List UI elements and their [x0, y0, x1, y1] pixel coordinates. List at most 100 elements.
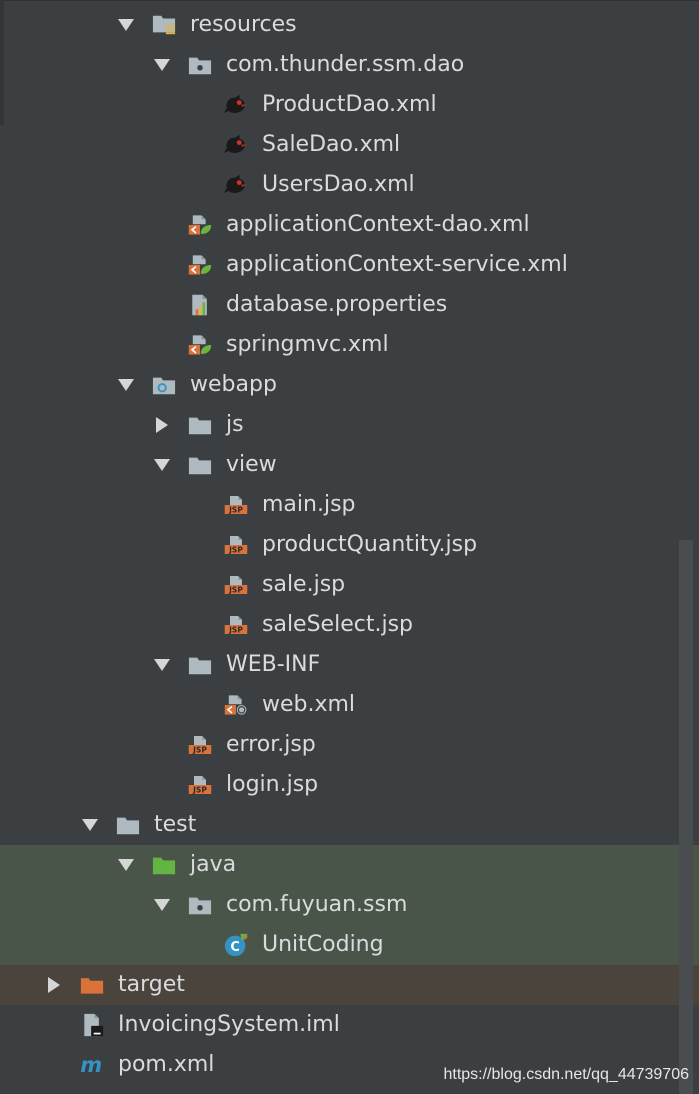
maven-pom-icon: m	[80, 1053, 104, 1077]
jsp-file-icon: JSP	[188, 733, 212, 757]
package-folder-icon	[188, 893, 212, 917]
chevron-down-icon[interactable]	[114, 5, 138, 45]
tree-item-label: ProductDao.xml	[262, 92, 437, 117]
tree-row[interactable]: JSP sale.jsp	[0, 565, 699, 605]
jsp-file-icon: JSP	[224, 573, 248, 597]
tree-item-label: productQuantity.jsp	[262, 532, 478, 557]
svg-text:JSP: JSP	[192, 786, 207, 795]
chevron-right-icon[interactable]	[150, 405, 174, 445]
tree-item-label: SaleDao.xml	[262, 132, 401, 157]
tree-item-label: java	[190, 852, 237, 877]
folder-icon	[188, 453, 212, 477]
folder-icon	[116, 813, 140, 837]
tree-row[interactable]: web.xml	[0, 685, 699, 725]
chevron-down-icon[interactable]	[150, 645, 174, 685]
chevron-down-icon[interactable]	[150, 445, 174, 485]
tree-item-label: UnitCoding	[262, 932, 384, 957]
scrollbar-thumb[interactable]	[679, 540, 693, 1094]
tree-row[interactable]: applicationContext-dao.xml	[0, 205, 699, 245]
jsp-file-icon: JSP	[224, 493, 248, 517]
tree-row[interactable]: JSP login.jsp	[0, 765, 699, 805]
tree-item-label: resources	[190, 12, 297, 37]
folder-icon	[188, 653, 212, 677]
tree-item-label: login.jsp	[226, 772, 319, 797]
tree-row[interactable]: webapp	[0, 365, 699, 405]
svg-text:m: m	[80, 1053, 102, 1077]
tree-item-label: view	[226, 452, 277, 477]
tree-row[interactable]: WEB-INF	[0, 645, 699, 685]
jsp-file-icon: JSP	[224, 613, 248, 637]
package-folder-icon	[188, 53, 212, 77]
chevron-down-icon[interactable]	[150, 45, 174, 85]
tree-row[interactable]: JSP main.jsp	[0, 485, 699, 525]
folder-icon	[188, 413, 212, 437]
tree-item-label: saleSelect.jsp	[262, 612, 413, 637]
tree-row[interactable]: springmvc.xml	[0, 325, 699, 365]
spring-xml-icon	[188, 253, 212, 277]
tree-row[interactable]: java	[0, 845, 699, 885]
tree-item-label: web.xml	[262, 692, 356, 717]
iml-file-icon	[80, 1013, 104, 1037]
tree-row[interactable]: JSP productQuantity.jsp	[0, 525, 699, 565]
tree-item-label: webapp	[190, 372, 277, 397]
tree-row[interactable]: InvoicingSystem.iml	[0, 1005, 699, 1045]
web-folder-icon	[152, 373, 176, 397]
chevron-down-icon[interactable]	[150, 885, 174, 925]
watermark: https://blog.csdn.net/qq_44739706	[443, 1066, 689, 1083]
tree-item-label: test	[154, 812, 197, 837]
tree-item-label: target	[118, 972, 185, 997]
test-source-folder-icon	[152, 853, 176, 877]
tree-item-label: js	[226, 412, 244, 437]
tree-row[interactable]: js	[0, 405, 699, 445]
tree-row[interactable]: applicationContext-service.xml	[0, 245, 699, 285]
tree-item-label: com.thunder.ssm.dao	[226, 52, 465, 77]
tree-row[interactable]: C UnitCoding	[0, 925, 699, 965]
tree-item-label: InvoicingSystem.iml	[118, 1012, 340, 1037]
web-xml-icon	[224, 693, 248, 717]
tree-item-label: main.jsp	[262, 492, 356, 517]
tree-row[interactable]: target	[0, 965, 699, 1005]
spring-xml-icon	[188, 213, 212, 237]
jsp-file-icon: JSP	[224, 533, 248, 557]
tree-row[interactable]: database.properties	[0, 285, 699, 325]
chevron-right-icon[interactable]	[42, 965, 66, 1005]
svg-text:JSP: JSP	[192, 746, 207, 755]
mybatis-bird-icon	[224, 173, 248, 197]
tree-row[interactable]: UsersDao.xml	[0, 165, 699, 205]
tree-row[interactable]: JSP saleSelect.jsp	[0, 605, 699, 645]
svg-text:JSP: JSP	[228, 506, 243, 515]
chevron-down-icon[interactable]	[114, 365, 138, 405]
resources-folder-icon	[152, 13, 176, 37]
tree-row[interactable]: resources	[0, 5, 699, 45]
tree-row[interactable]: com.thunder.ssm.dao	[0, 45, 699, 85]
tree-item-label: applicationContext-service.xml	[226, 252, 568, 277]
java-class-icon: C	[224, 933, 248, 957]
tree-item-label: WEB-INF	[226, 652, 321, 677]
tree-item-label: pom.xml	[118, 1052, 215, 1077]
mybatis-bird-icon	[224, 93, 248, 117]
tree-item-label: database.properties	[226, 292, 448, 317]
tree-item-label: UsersDao.xml	[262, 172, 415, 197]
chevron-down-icon[interactable]	[114, 845, 138, 885]
excluded-folder-icon	[80, 973, 104, 997]
tree-item-label: sale.jsp	[262, 572, 346, 597]
tree-row[interactable]: test	[0, 805, 699, 845]
tree-row[interactable]: view	[0, 445, 699, 485]
tree-row[interactable]: ProductDao.xml	[0, 85, 699, 125]
jsp-file-icon: JSP	[188, 773, 212, 797]
tree-row[interactable]: SaleDao.xml	[0, 125, 699, 165]
mybatis-bird-icon	[224, 133, 248, 157]
tree-row[interactable]: com.fuyuan.ssm	[0, 885, 699, 925]
properties-file-icon	[188, 293, 212, 317]
tree-row[interactable]: JSP error.jsp	[0, 725, 699, 765]
svg-text:JSP: JSP	[228, 586, 243, 595]
svg-text:C: C	[230, 940, 239, 955]
spring-xml-icon	[188, 333, 212, 357]
tree-item-label: springmvc.xml	[226, 332, 389, 357]
svg-text:JSP: JSP	[228, 546, 243, 555]
tree-item-label: applicationContext-dao.xml	[226, 212, 530, 237]
tree-item-label: error.jsp	[226, 732, 316, 757]
chevron-down-icon[interactable]	[78, 805, 102, 845]
svg-text:JSP: JSP	[228, 626, 243, 635]
tree-item-label: com.fuyuan.ssm	[226, 892, 408, 917]
